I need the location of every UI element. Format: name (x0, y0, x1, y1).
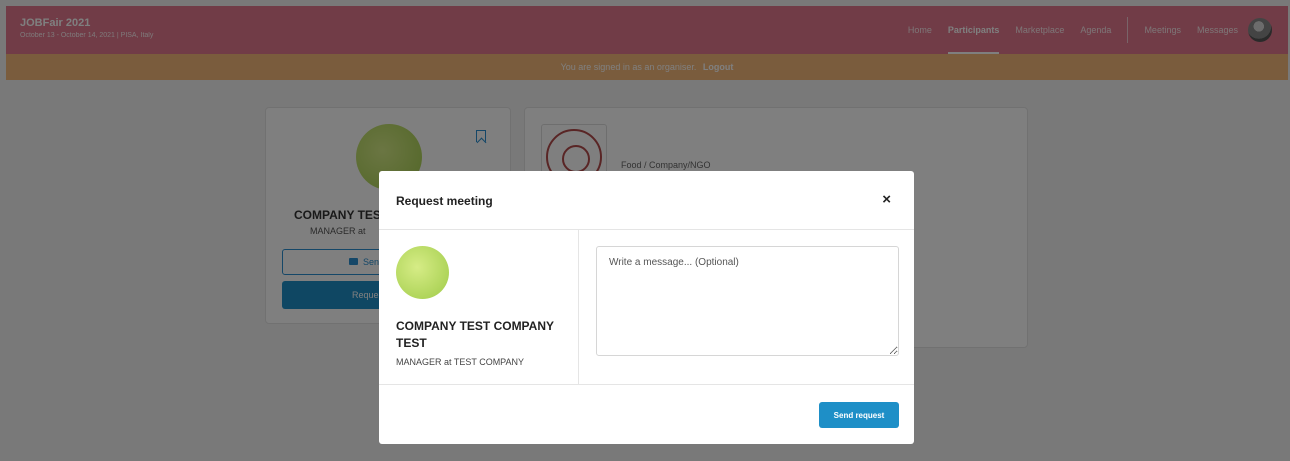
modal-participant-avatar (396, 246, 449, 299)
participant-summary: COMPANY TEST COMPANY TEST MANAGER at TES… (379, 230, 579, 385)
request-meeting-modal: Request meeting × COMPANY TEST COMPANY T… (379, 171, 914, 444)
modal-body: COMPANY TEST COMPANY TEST MANAGER at TES… (379, 230, 914, 385)
modal-participant-role: MANAGER at TEST COMPANY (396, 357, 525, 367)
modal-participant-name: COMPANY TEST COMPANY TEST (396, 319, 554, 350)
message-input[interactable] (596, 246, 899, 356)
send-request-button[interactable]: Send request (819, 402, 899, 428)
modal-header: Request meeting × (379, 171, 914, 230)
modal-title: Request meeting (396, 194, 493, 208)
close-icon[interactable]: × (882, 191, 891, 208)
